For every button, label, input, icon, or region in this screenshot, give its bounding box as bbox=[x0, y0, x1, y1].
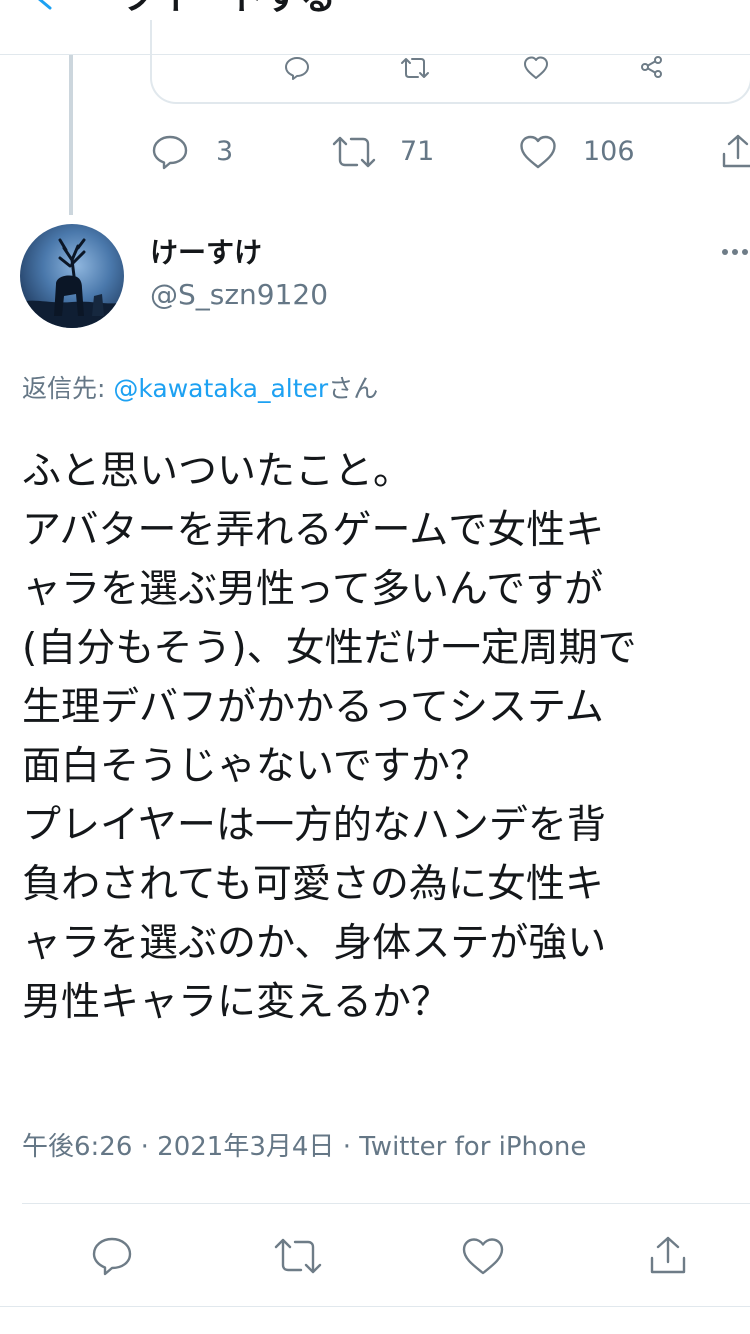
reply-icon[interactable] bbox=[150, 132, 190, 172]
like-icon[interactable] bbox=[460, 1234, 506, 1278]
tweet-line: アバターを弄れるゲームで女性キ bbox=[22, 508, 605, 553]
back-chevron-icon[interactable] bbox=[28, 0, 58, 14]
retweet-icon[interactable] bbox=[330, 132, 378, 172]
tweet-meta[interactable]: 午後6:26 · 2021年3月4日 · Twitter for iPhone bbox=[22, 1130, 586, 1164]
reply-count: 3 bbox=[216, 136, 234, 167]
reply-context: 返信先: @kawataka_alterさん bbox=[22, 372, 378, 406]
more-icon[interactable] bbox=[720, 246, 750, 258]
reply-icon[interactable] bbox=[283, 54, 311, 82]
tweet-line: 男性キャラに変えるか？ bbox=[22, 980, 450, 1025]
tweet-line: プレイヤーは一方的なハンデを背 bbox=[22, 803, 606, 848]
quoted-card-actions bbox=[150, 54, 748, 84]
reply-icon[interactable] bbox=[90, 1234, 134, 1278]
divider bbox=[22, 1203, 750, 1204]
divider bbox=[0, 1306, 750, 1307]
tweet-actions bbox=[0, 1232, 750, 1282]
like-icon[interactable] bbox=[522, 54, 550, 82]
tweet-line: ャラを選ぶのか、身体ステが強い bbox=[22, 921, 607, 966]
share-icon[interactable] bbox=[718, 132, 750, 172]
avatar[interactable] bbox=[20, 224, 124, 328]
reply-suffix: さん bbox=[328, 374, 379, 403]
header-title: ツイートする bbox=[120, 0, 336, 18]
retweet-icon[interactable] bbox=[398, 54, 432, 82]
reply-mention-link[interactable]: @kawataka_alter bbox=[113, 374, 328, 403]
thread-line bbox=[69, 55, 73, 215]
tweet-line: ャラを選ぶ男性って多いんですが bbox=[22, 567, 604, 612]
tweet-line: ふと思いついたこと。 bbox=[22, 449, 413, 494]
user-handle[interactable]: @S_szn9120 bbox=[150, 278, 328, 312]
tweet-line: 負わされても可愛さの為に女性キ bbox=[22, 862, 604, 907]
tweet-line: 生理デバフがかかるってシステム bbox=[22, 685, 604, 730]
reply-prefix: 返信先: bbox=[22, 374, 114, 403]
retweet-count: 71 bbox=[400, 136, 435, 167]
retweet-icon[interactable] bbox=[272, 1234, 324, 1278]
share-icon[interactable] bbox=[638, 54, 666, 82]
like-icon[interactable] bbox=[518, 132, 558, 172]
display-name[interactable]: けーすけ bbox=[150, 236, 262, 270]
like-count: 106 bbox=[583, 136, 635, 167]
share-icon[interactable] bbox=[646, 1234, 690, 1278]
parent-actions: 3 71 106 bbox=[150, 130, 750, 174]
tweet-line: 面白そうじゃないですか？ bbox=[22, 744, 489, 789]
tweet-text: ふと思いついたこと。 アバターを弄れるゲームで女性キ ャラを選ぶ男性って多いんで… bbox=[22, 442, 750, 1032]
tweet-line: (自分もそう)、女性だけ一定周期で bbox=[22, 626, 637, 671]
